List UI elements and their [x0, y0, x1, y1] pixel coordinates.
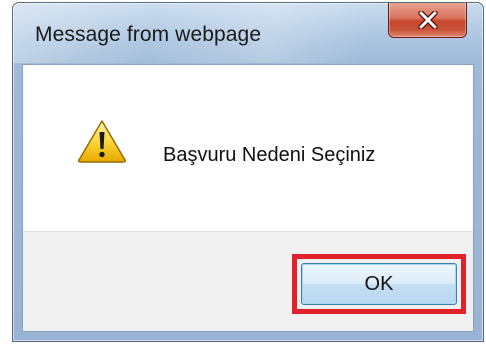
- dialog-body: Başvuru Nedeni Seçiniz OK: [22, 64, 474, 332]
- button-bar: OK: [23, 231, 473, 331]
- message-dialog: Message from webpage Başvuru Nedeni Seçi…: [12, 2, 484, 342]
- warning-icon: [77, 119, 127, 163]
- title-bar[interactable]: Message from webpage: [13, 3, 483, 65]
- message-area: Başvuru Nedeni Seçiniz: [23, 65, 473, 231]
- close-icon: [417, 10, 438, 29]
- ok-button[interactable]: OK: [301, 263, 457, 305]
- ok-button-highlight: OK: [292, 254, 466, 314]
- dialog-title: Message from webpage: [35, 23, 262, 46]
- message-text: Başvuru Nedeni Seçiniz: [163, 144, 376, 166]
- close-button[interactable]: [388, 3, 467, 38]
